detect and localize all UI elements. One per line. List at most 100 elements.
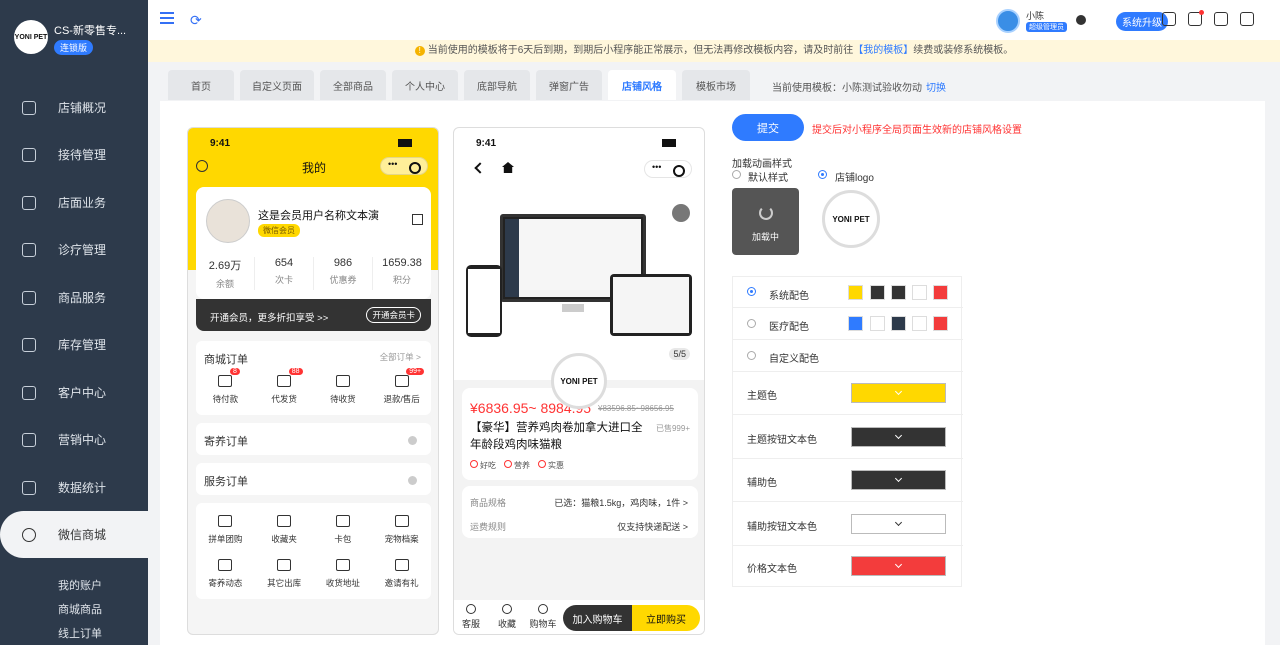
secondary-color-picker[interactable] [851,470,946,490]
calendar-icon[interactable] [1162,12,1176,26]
order-pending-payment: 8 待付款 [196,368,255,405]
count-badge: 8 [230,368,240,375]
radio-medical-scheme[interactable] [747,319,756,328]
count-badge: 99+ [406,368,425,375]
avatar [206,199,250,243]
user-role-badge: 超级管理员 [1026,22,1067,32]
spec-key: 商品规格 [470,498,507,508]
refund-icon [394,375,409,387]
tab-home[interactable]: 首页 [168,70,234,100]
sidebar-item-label: 接待管理 [58,148,107,162]
product-tag: 营养 [504,460,530,471]
status-time: 9:41 [210,138,231,149]
theme-button-text-color-picker[interactable] [851,427,946,447]
loading-style-label: 加载动画样式 [732,159,792,170]
upgrade-button[interactable]: 系统升级 [1116,12,1168,31]
original-price: ¥83596.85~98656.95 [598,404,674,413]
sidebar-item-marketing[interactable]: 营销中心 [0,416,148,463]
grid-foster-updates: 寄养动态 [196,559,255,589]
tab-bottom-nav[interactable]: 底部导航 [464,70,530,100]
tab-custom-page[interactable]: 自定义页面 [240,70,314,100]
sidebar-subitem-account[interactable]: 我的账户 [58,577,102,593]
tab-personal[interactable]: 个人中心 [392,70,458,100]
current-template: 当前使用模板：小陈测试验收勿动 切换 [772,79,946,94]
refresh-icon[interactable]: ⟳ [190,12,202,29]
sold-count: 已售999+ [655,424,690,433]
gift-icon [394,559,409,571]
bottom-label: 收藏 [497,619,516,629]
sidebar-item-statistics[interactable]: 数据统计 [0,464,148,511]
bottom-action-bar: 客服 收藏 购物车 加入购物车 立即购买 [454,600,704,634]
scheme-row-custom[interactable]: 自定义配色 [733,340,963,372]
stat-value: 986 [333,257,353,269]
home-icon [502,162,514,173]
grid-invite: 邀请有礼 [372,559,431,589]
sidebar-item-goods[interactable]: 商品服务 [0,274,148,321]
radio-custom-scheme[interactable] [747,351,756,360]
current-template-label: 当前使用模板：小陈测试验收勿动 [772,83,922,94]
fullscreen-icon[interactable] [1240,12,1254,26]
sidebar-subitem-mall-goods[interactable]: 商城商品 [58,601,102,617]
bell-icon[interactable] [1188,10,1204,26]
switch-template-link[interactable]: 切换 [926,83,946,94]
sidebar-item-store[interactable]: 店面业务 [0,179,148,226]
sidebar-item-reception[interactable]: 接待管理 [0,131,148,178]
order-label: 待收货 [330,394,356,404]
foster-orders-title: 寄养订单 [204,436,248,448]
order-label: 退款/售后 [383,394,420,404]
brand[interactable]: YONI PET CS-新零售专... 连锁版 [14,20,134,60]
bottom-label: 客服 [461,619,480,629]
tab-popup-ad[interactable]: 弹窗广告 [536,70,602,100]
grid-favorites: 收藏夹 [255,515,314,545]
folder-icon [394,515,409,527]
headset-icon[interactable] [1214,12,1228,26]
sidebar-item-customers[interactable]: 客户中心 [0,369,148,416]
sidebar-item-wechat-mall[interactable]: 微信商城 [0,511,148,558]
location-icon [335,559,350,571]
warning-icon: ! [414,46,425,56]
sidebar-item-overview[interactable]: 店铺概况 [0,84,148,131]
radio-logo-style[interactable] [818,170,827,179]
scheme-row-system[interactable]: 系统配色 [733,277,963,308]
product-name: 【豪华】营养鸡肉卷加拿大进口全年龄段鸡肉味猫粮 [470,422,643,451]
secondary-button-text-color-picker[interactable] [851,514,946,534]
sidebar-item-label: 店面业务 [58,196,107,210]
add-to-cart-button: 加入购物车 [563,605,632,631]
notice-tail: 续费或装修系统模板。 [913,45,1014,56]
radio-default-style[interactable] [732,170,741,179]
miniprogram-capsule [380,157,428,175]
order-to-receive: 待收货 [314,375,373,405]
scheme-label: 医疗配色 [769,322,809,333]
tab-all-goods[interactable]: 全部商品 [320,70,386,100]
radio-system-scheme[interactable] [747,287,756,296]
swatch [912,316,927,331]
tab-store-style[interactable]: 店铺风格 [608,70,676,100]
theme-color-picker[interactable] [851,383,946,403]
order-label: 代发货 [271,394,297,404]
sidebar-item-inventory[interactable]: 库存管理 [0,321,148,368]
grid-label: 其它出库 [267,578,302,588]
stat-cards: 654 次卡 [255,257,314,290]
field-secondary-button-text: 辅助按钮文本色 [733,502,963,546]
tab-template-market[interactable]: 模板市场 [682,70,750,100]
nav-bar [454,159,704,183]
swatch [891,316,906,331]
user-menu[interactable]: 小陈 超级管理员 [996,9,1086,33]
count-badge: 88 [288,368,303,375]
sidebar-item-label: 营销中心 [58,433,107,447]
menu-toggle-icon[interactable] [160,12,174,24]
status-icons [662,139,690,147]
store-icon [22,195,36,210]
preview-product-detail: 9:41 5/5 ¥6836.95~ 8984.95 ¥83596.85~986… [453,127,705,635]
sidebar-item-clinic[interactable]: 诊疗管理 [0,226,148,273]
monitor-icon [22,100,36,115]
scheme-row-medical[interactable]: 医疗配色 [733,308,963,340]
stat-label: 优惠券 [329,275,357,285]
my-template-link[interactable]: 【我的模板】 [853,45,913,56]
stats-icon [22,480,36,495]
submit-button[interactable]: 提交 [732,114,804,141]
feature-grid: 拼单团购 收藏夹 卡包 宠物档案 寄养动态 其它出库 收货地址 邀请有礼 [196,503,431,599]
swatch [848,285,863,300]
sidebar-subitem-online-orders[interactable]: 线上订单 [58,625,102,641]
price-text-color-picker[interactable] [851,556,946,576]
